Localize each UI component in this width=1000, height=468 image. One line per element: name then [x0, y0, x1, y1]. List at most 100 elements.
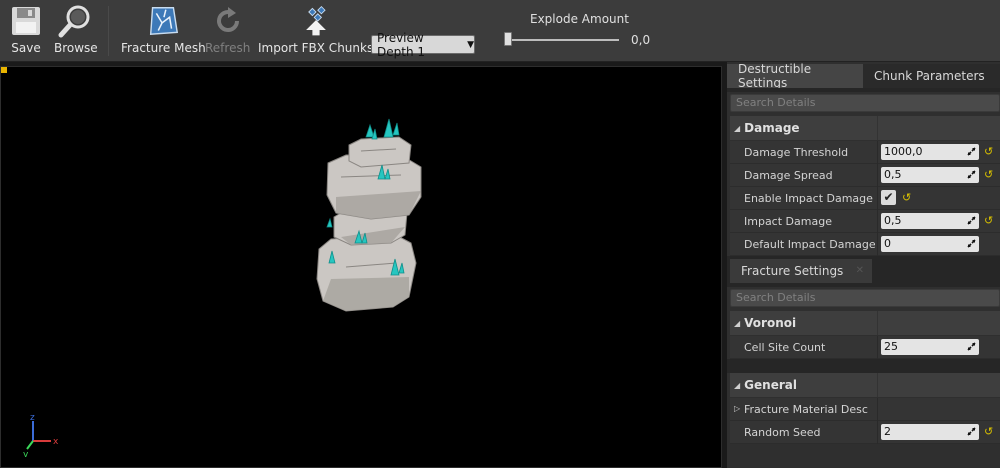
- tab-destructible-settings[interactable]: Destructible Settings: [727, 62, 863, 90]
- property-label: Default Impact Damage Dep: [744, 238, 875, 251]
- category-general-label: General: [744, 378, 797, 392]
- category-voronoi[interactable]: ◢ Voronoi: [730, 311, 1000, 335]
- search-details-placeholder: Search Details: [736, 96, 816, 109]
- section-divider: [727, 359, 1000, 373]
- save-label: Save: [11, 41, 41, 55]
- explode-amount-slider-handle[interactable]: [504, 32, 512, 46]
- property-label: Impact Damage: [744, 215, 832, 228]
- column-divider: [877, 398, 878, 421]
- save-button[interactable]: Save: [8, 2, 44, 60]
- property-label: Damage Threshold: [744, 146, 849, 159]
- import-icon: [298, 2, 334, 40]
- preview-depth-label: Preview Depth 1: [377, 30, 425, 59]
- tab-fracture-settings[interactable]: Fracture Settings ✕: [730, 259, 872, 283]
- property-damage-threshold: Damage Threshold 1000,0 ↺: [730, 141, 1000, 164]
- category-damage[interactable]: ◢ Damage: [730, 116, 1000, 140]
- reset-to-default-icon[interactable]: ↺: [984, 168, 993, 181]
- column-divider: [877, 373, 878, 397]
- refresh-button[interactable]: Refresh: [205, 2, 250, 60]
- triangle-down-icon: ◢: [734, 123, 741, 133]
- spin-arrow-icon: [967, 170, 976, 179]
- property-enable-impact-damage: Enable Impact Damage ✔ ↺: [730, 187, 1000, 210]
- import-fbx-chunks-label: Import FBX Chunks: [258, 41, 374, 55]
- reset-to-default-icon[interactable]: ↺: [902, 191, 911, 204]
- browse-label: Browse: [54, 41, 98, 55]
- field-value: 0: [884, 237, 891, 250]
- tab-fracture-settings-label: Fracture Settings: [741, 264, 844, 278]
- triangle-down-icon: ◢: [734, 380, 741, 390]
- fracture-settings-tab-bar: Fracture Settings ✕: [727, 259, 1000, 283]
- column-divider: [877, 421, 878, 444]
- destructible-mesh-preview: [316, 118, 422, 312]
- property-default-impact-damage-depth: Default Impact Damage Dep 0: [730, 233, 1000, 256]
- category-voronoi-label: Voronoi: [744, 316, 797, 330]
- import-fbx-chunks-button[interactable]: Import FBX Chunks: [258, 2, 373, 60]
- damage-spread-input[interactable]: 0,5: [881, 167, 979, 183]
- toolbar: Save Browse Fracture Mesh Refresh Import…: [0, 0, 1000, 62]
- tab-destructible-settings-label: Destructible Settings: [738, 62, 812, 90]
- svg-text:z: z: [30, 413, 35, 423]
- damage-threshold-input[interactable]: 1000,0: [881, 144, 979, 160]
- fracture-mesh-button[interactable]: Fracture Mesh: [121, 2, 206, 60]
- toolbar-separator: [108, 6, 109, 56]
- column-divider: [877, 336, 878, 359]
- search-details-input[interactable]: Search Details: [730, 94, 1000, 112]
- field-value: 0,5: [884, 214, 902, 227]
- explode-amount-slider[interactable]: [507, 39, 619, 41]
- cell-site-count-input[interactable]: 25: [881, 339, 979, 355]
- chevron-down-icon: ▼: [467, 39, 474, 50]
- reset-to-default-icon[interactable]: ↺: [984, 214, 993, 227]
- property-label: Enable Impact Damage: [744, 192, 873, 205]
- enable-impact-damage-checkbox[interactable]: ✔: [881, 190, 896, 205]
- preview-depth-dropdown[interactable]: Preview Depth 1 ▼: [371, 31, 475, 59]
- default-impact-damage-depth-input[interactable]: 0: [881, 236, 979, 252]
- explode-amount-value: 0,0: [631, 33, 651, 47]
- fracture-mesh-label: Fracture Mesh: [121, 41, 206, 55]
- impact-damage-input[interactable]: 0,5: [881, 213, 979, 229]
- column-divider: [877, 311, 878, 335]
- spin-arrow-icon: [967, 147, 976, 156]
- preview-viewport[interactable]: z x y: [0, 66, 722, 468]
- refresh-icon: [210, 2, 246, 40]
- reset-to-default-icon[interactable]: ↺: [984, 425, 993, 438]
- browse-icon: [58, 2, 94, 40]
- spin-arrow-icon: [967, 239, 976, 248]
- svg-text:x: x: [53, 437, 59, 447]
- category-damage-label: Damage: [744, 121, 800, 135]
- axis-gizmo: z x y: [23, 413, 59, 457]
- field-value: 25: [884, 340, 898, 353]
- property-label: Fracture Material Desc: [744, 403, 868, 416]
- save-icon: [8, 2, 44, 40]
- column-divider: [877, 164, 878, 187]
- property-impact-damage: Impact Damage 0,5 ↺: [730, 210, 1000, 233]
- column-divider: [877, 233, 878, 256]
- browse-button[interactable]: Browse: [54, 2, 98, 60]
- close-icon[interactable]: ✕: [856, 259, 864, 283]
- reset-to-default-icon[interactable]: ↺: [984, 145, 993, 158]
- triangle-right-icon[interactable]: ▷: [734, 404, 740, 413]
- spin-arrow-icon: [967, 216, 976, 225]
- explode-amount-label: Explode Amount: [530, 12, 629, 26]
- triangle-down-icon: ◢: [734, 318, 741, 328]
- column-divider: [877, 187, 878, 210]
- property-cell-site-count: Cell Site Count 25: [730, 336, 1000, 359]
- field-value: 1000,0: [884, 145, 923, 158]
- property-label: Random Seed: [744, 426, 821, 439]
- spin-arrow-icon: [967, 427, 976, 436]
- column-divider: [877, 210, 878, 233]
- property-random-seed: Random Seed 2 ↺: [730, 421, 1000, 444]
- property-fracture-material-desc[interactable]: ▷ Fracture Material Desc: [730, 398, 1000, 421]
- fracture-search-details-input[interactable]: Search Details: [730, 289, 1000, 307]
- field-value: 2: [884, 425, 891, 438]
- details-panel: Destructible Settings Chunk Parameters S…: [727, 62, 1000, 468]
- column-divider: [877, 116, 878, 140]
- random-seed-input[interactable]: 2: [881, 424, 979, 440]
- property-label: Cell Site Count: [744, 341, 826, 354]
- search-details-placeholder: Search Details: [736, 291, 816, 304]
- category-general[interactable]: ◢ General: [730, 373, 1000, 397]
- property-label: Damage Spread: [744, 169, 833, 182]
- tab-chunk-parameters[interactable]: Chunk Parameters: [863, 64, 1000, 88]
- panel-empty-space: [727, 444, 1000, 468]
- property-damage-spread: Damage Spread 0,5 ↺: [730, 164, 1000, 187]
- tab-chunk-parameters-label: Chunk Parameters: [874, 69, 985, 83]
